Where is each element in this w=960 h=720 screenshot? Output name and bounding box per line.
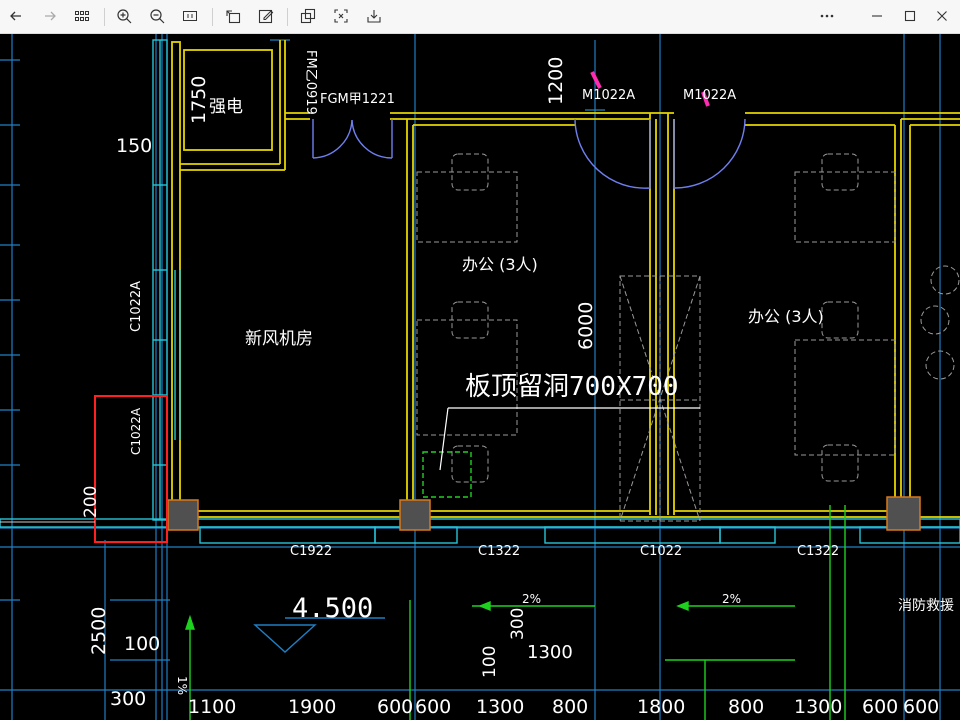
rotate-button[interactable]	[221, 4, 245, 28]
maximize-button[interactable]	[898, 4, 922, 28]
elevation-label: 4.500	[292, 593, 373, 624]
leader-line	[439, 407, 700, 471]
more-button[interactable]	[815, 4, 839, 28]
forward-icon	[45, 11, 56, 21]
copy-icon	[300, 8, 316, 24]
window-label-c1022a-1: C1022A	[129, 281, 144, 332]
dim-bottom-6: 1800	[637, 696, 685, 718]
zoom-out-button[interactable]	[145, 4, 169, 28]
door-label-fm: FM乙0919	[303, 50, 318, 115]
dim-2500: 2500	[88, 607, 110, 655]
dim-100a: 100	[124, 633, 160, 655]
fullscreen-icon	[334, 9, 348, 23]
window-label-c1322-a: C1322	[478, 544, 520, 559]
cad-canvas[interactable]: 新风机房 办公 (3人) 办公 (3人) 强电 板顶留洞700X700 4.50…	[0, 34, 960, 720]
dim-bottom-7: 800	[728, 696, 764, 718]
rotate-icon	[226, 10, 241, 24]
window-label-c1922: C1922	[290, 544, 332, 559]
zoom-in-icon	[117, 9, 132, 24]
window-label-c1322-b: C1322	[797, 544, 839, 559]
dim-300b: 300	[508, 608, 528, 640]
room-label-elec: 强电	[209, 97, 243, 117]
minimize-button[interactable]	[865, 4, 889, 28]
dim-6000: 6000	[575, 302, 597, 350]
windows	[0, 39, 960, 544]
toolbar-separator	[287, 8, 288, 26]
room-label-newair: 新风机房	[245, 329, 313, 349]
zoom-out-icon	[150, 9, 165, 24]
toolbar-separator	[212, 8, 213, 26]
close-button[interactable]	[930, 4, 954, 28]
edit-icon	[258, 9, 274, 24]
slope-label-1: 2%	[522, 592, 541, 606]
viewer-toolbar	[0, 0, 960, 34]
dim-bottom-2: 600	[377, 696, 413, 718]
fire-label: 消防救援	[898, 598, 954, 614]
maximize-icon	[904, 10, 916, 22]
fit-icon	[183, 11, 197, 21]
download-icon	[367, 10, 381, 23]
dim-bottom-3: 600	[415, 696, 451, 718]
dim-150: 150	[116, 135, 152, 157]
doors	[312, 118, 746, 189]
door-label-m2: M1022A	[683, 88, 736, 103]
fullscreen-button[interactable]	[329, 4, 353, 28]
back-icon	[10, 11, 21, 21]
window-label-c1022a-2: C1022A	[129, 407, 143, 455]
edit-button[interactable]	[254, 4, 278, 28]
dim-bottom-1: 1900	[288, 696, 336, 718]
dim-bottom-9: 600	[862, 696, 898, 718]
room-label-office-right: 办公 (3人)	[748, 307, 824, 326]
dim-bottom-0: 1100	[188, 696, 236, 718]
download-button[interactable]	[362, 4, 386, 28]
dim-bottom-5: 800	[552, 696, 588, 718]
dim-300: 300	[110, 688, 146, 710]
door-label-m1: M1022A	[582, 88, 635, 103]
slope-label-2: 2%	[722, 592, 741, 606]
walls	[171, 40, 960, 518]
dim-bottom-10: 600	[903, 696, 939, 718]
dim-1750: 1750	[188, 76, 210, 124]
grid-button[interactable]	[70, 4, 94, 28]
fit-button[interactable]	[178, 4, 202, 28]
toolbar-separator	[104, 8, 105, 26]
slope-label-3: 1%	[175, 676, 189, 695]
copy-button[interactable]	[296, 4, 320, 28]
minimize-icon	[872, 15, 882, 17]
door-label-fgm: FGM甲1221	[320, 92, 395, 107]
back-button[interactable]	[4, 4, 28, 28]
close-icon	[937, 11, 947, 21]
dim-1300a: 1300	[527, 642, 573, 663]
cad-drawing: 新风机房 办公 (3人) 办公 (3人) 强电 板顶留洞700X700 4.50…	[0, 34, 960, 720]
zoom-in-button[interactable]	[112, 4, 136, 28]
dim-100b: 100	[480, 646, 500, 678]
grid-icon	[75, 11, 89, 21]
dim-bottom-8: 1300	[794, 696, 842, 718]
dim-200: 200	[81, 486, 101, 518]
dim-bottom-4: 1300	[476, 696, 524, 718]
more-icon	[820, 14, 834, 18]
room-label-office-left: 办公 (3人)	[462, 255, 538, 274]
columns	[167, 496, 921, 531]
slab-hole-label: 板顶留洞700X700	[465, 372, 679, 402]
furniture	[416, 153, 960, 522]
dim-1200: 1200	[545, 57, 567, 105]
green-annotations	[185, 451, 846, 720]
forward-button[interactable]	[38, 4, 62, 28]
window-label-c1022: C1022	[640, 544, 682, 559]
